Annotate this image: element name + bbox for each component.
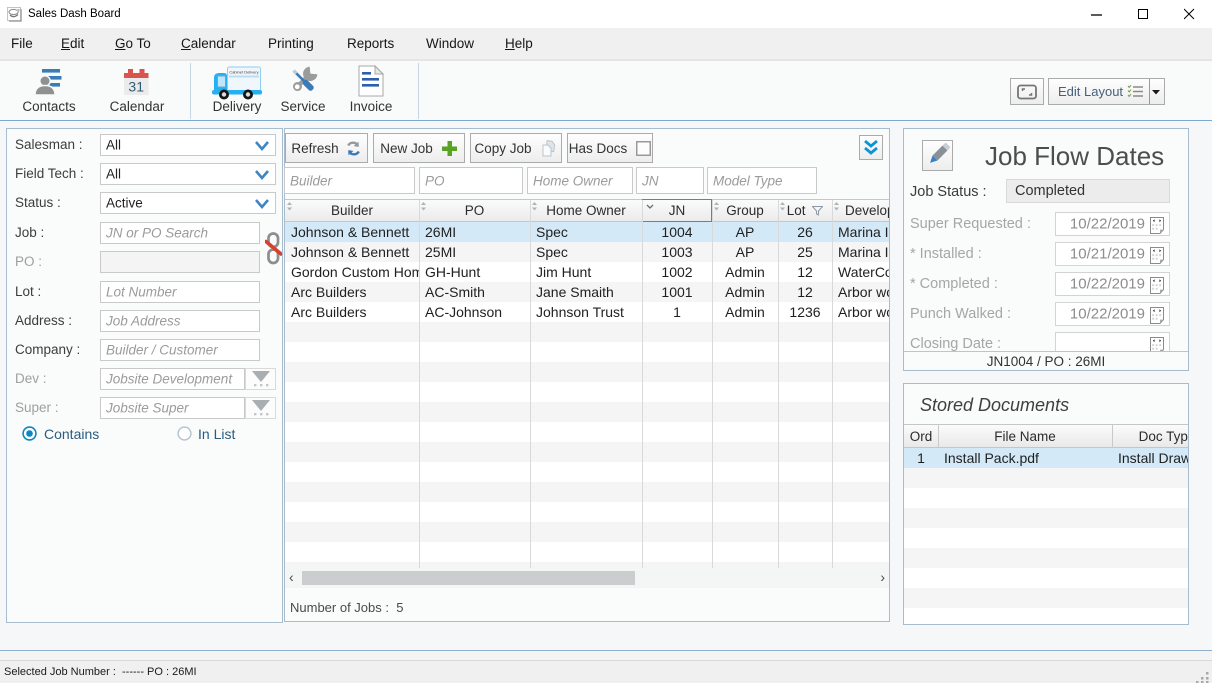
svg-text:Cabinet Delivery: Cabinet Delivery — [229, 70, 258, 75]
svg-text:31: 31 — [128, 79, 144, 95]
